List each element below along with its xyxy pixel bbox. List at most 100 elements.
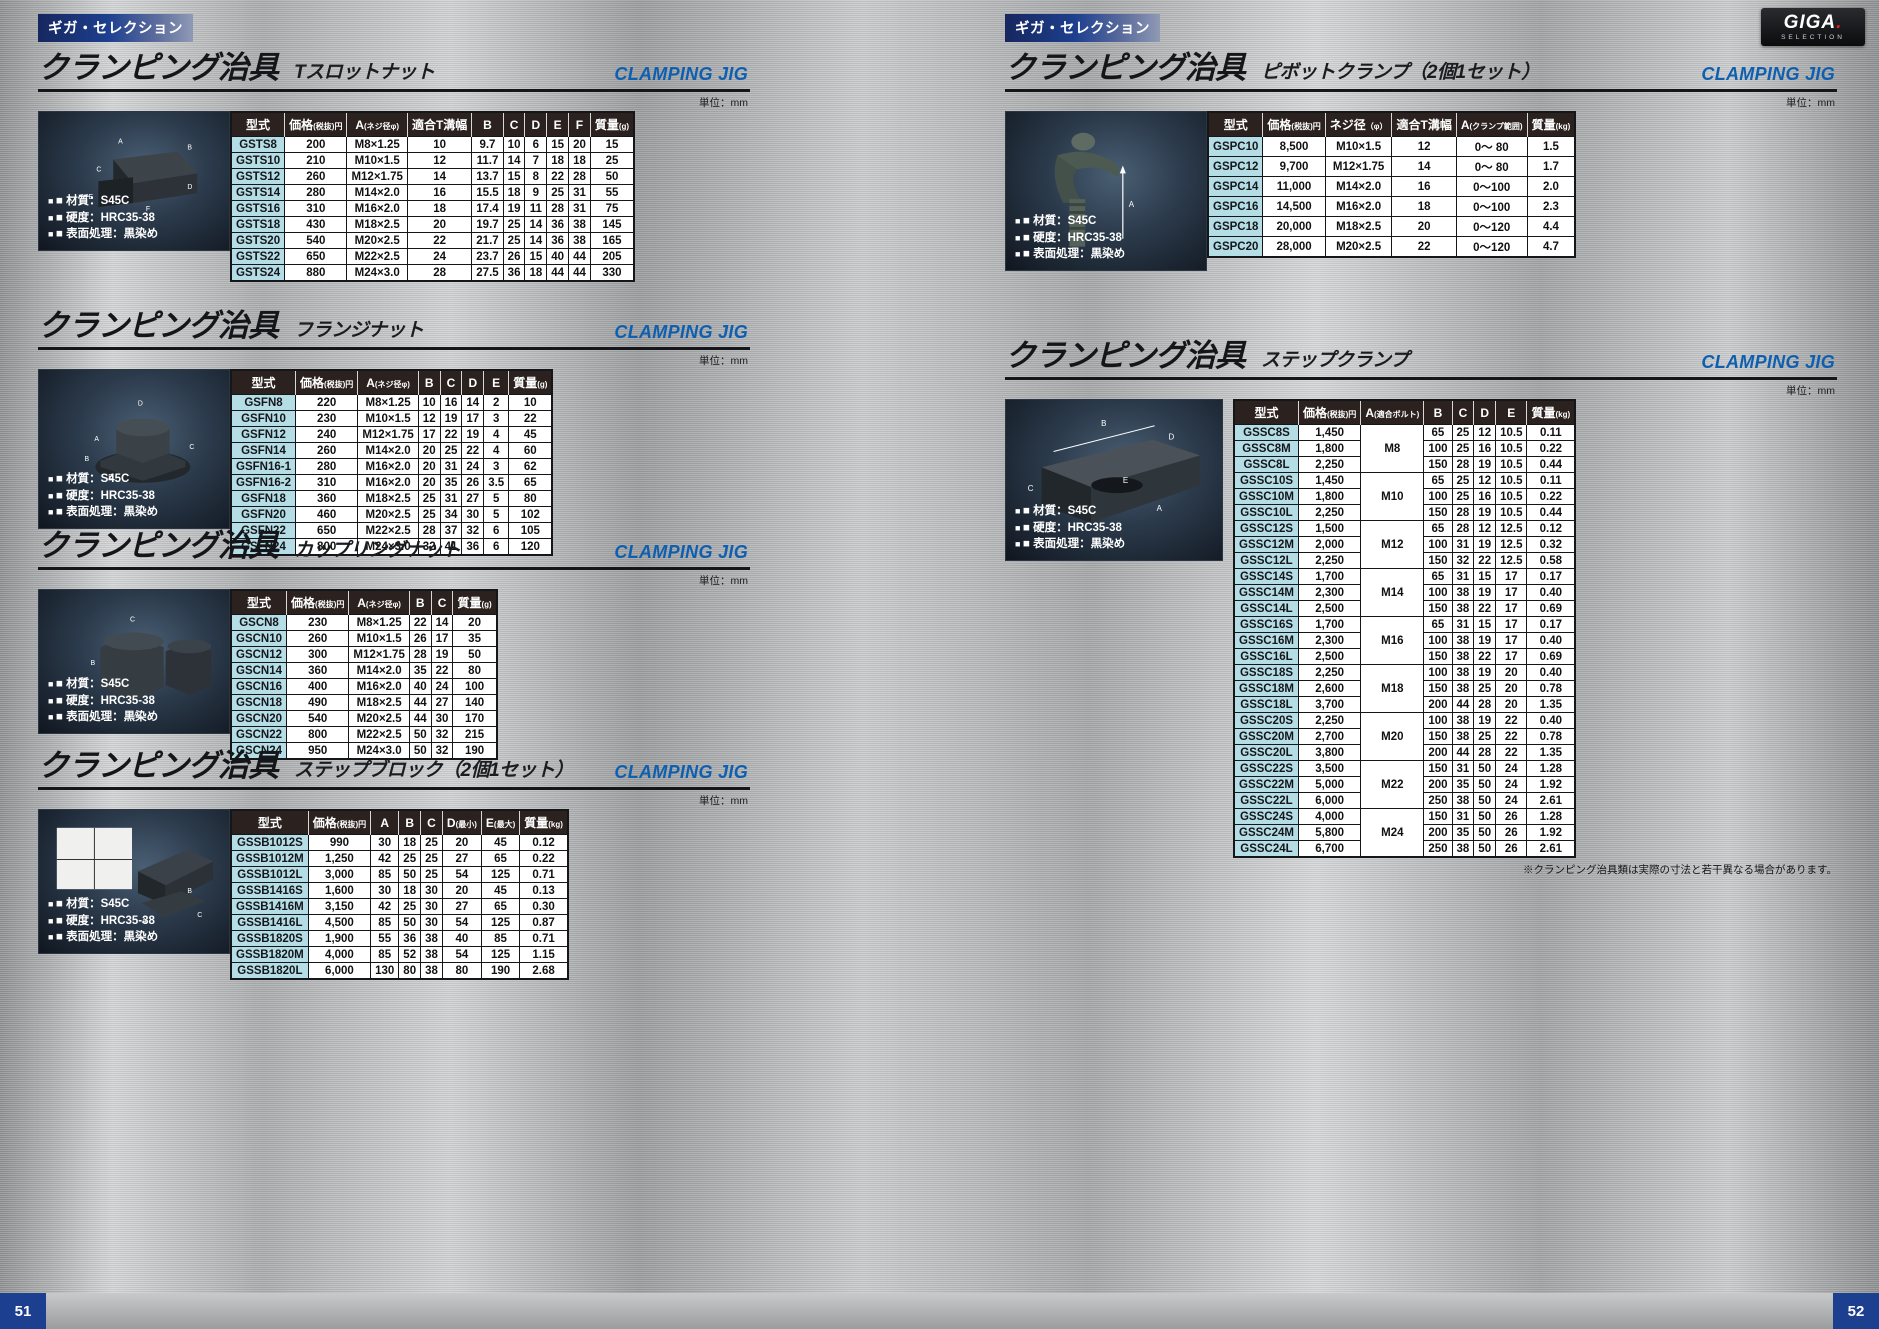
cell-model: GSFN14 xyxy=(230,442,296,459)
table-row: GSSB1416L 4,500 85 50 30 54 125 0.87 xyxy=(230,914,569,931)
cell-value: 44 xyxy=(1451,744,1475,761)
section-title-row: クランピング治具 ピボットクランプ（2個1セット） CLAMPING JIG xyxy=(1005,42,1837,92)
cell-model: GSSC22M xyxy=(1233,776,1299,793)
svg-text:A: A xyxy=(1129,200,1135,209)
cell-model: GSTS24 xyxy=(230,264,286,282)
cell-value: 0～120 xyxy=(1455,216,1528,237)
svg-text:C: C xyxy=(130,617,135,624)
table-row: GSCN16 400 M16×2.0 40 24 100 xyxy=(230,678,498,695)
cell-value: 65 xyxy=(1423,520,1453,537)
cell-value: 26 xyxy=(408,630,432,647)
cell-value: 27 xyxy=(441,898,482,915)
table-row: GSFN18 360 M18×2.5 25 31 27 5 80 xyxy=(230,490,553,507)
cell-value: 20 xyxy=(1495,696,1528,713)
table-row: GSSB1820S 1,900 55 36 38 40 85 0.71 xyxy=(230,930,569,947)
cell-model: GSSB1416S xyxy=(230,882,309,899)
cell-value: 17 xyxy=(430,630,454,647)
cell-value: 330 xyxy=(589,264,635,282)
spec-material: ■ 材質：S45C xyxy=(48,676,158,693)
unit-note: 単位：mm xyxy=(699,795,748,807)
cell-value: 9 xyxy=(524,184,548,201)
cell-value: 14 xyxy=(524,216,548,233)
column-header: 価格(税抜)円 xyxy=(294,370,358,395)
cell-value: 45 xyxy=(508,426,553,443)
cell-value: 31 xyxy=(1451,536,1475,553)
cell-value: 540 xyxy=(284,232,348,249)
column-header: ネジ径（φ） xyxy=(1324,112,1392,137)
table-body: GSTS8 200 M8×1.25 10 9.7 10 6 15 20 15 GSTS10 210 M1… xyxy=(230,136,635,282)
cell-value: 1,450 xyxy=(1297,424,1362,441)
cell-value: M10×1.5 xyxy=(348,630,410,647)
cell-value: 4,500 xyxy=(307,914,372,931)
cell-value: 25 xyxy=(1451,424,1475,441)
cell-value: 31 xyxy=(1451,616,1475,633)
section-step-block: クランピング治具 ステップブロック（2個1セット） CLAMPING JIG 単… xyxy=(38,740,750,980)
cell-model: GSSC12S xyxy=(1233,520,1299,537)
table-row: GSSC12S 1,500 M12 65 28 12 12.5 0.12 xyxy=(1233,520,1576,569)
cell-value: 30 xyxy=(370,834,400,851)
column-header: A(ネジ径φ) xyxy=(357,370,419,395)
section-title-sub: ステップクランプ xyxy=(1261,350,1409,371)
cell-value: 5,800 xyxy=(1297,824,1362,841)
section-title-en: CLAMPING JIG xyxy=(614,322,748,342)
cell-model: GSSC14M xyxy=(1233,584,1299,601)
cell-value: 38 xyxy=(1451,840,1475,858)
table-header-row: 型式 価格(税抜)円 A B C D(最小) E(最大) 質量(kg) xyxy=(231,810,568,835)
cell-value: 5 xyxy=(483,490,510,507)
cell-value: 0.69 xyxy=(1526,600,1576,617)
cell-value: 22 xyxy=(439,426,463,443)
section-title-main: クランピング治具 xyxy=(38,528,279,563)
table-row: GSSC20S 2,250 M20 100 38 19 22 0.40 xyxy=(1233,712,1576,761)
cell-value: 25 xyxy=(1473,728,1497,745)
cell-value: 50 xyxy=(1473,760,1497,777)
table-row: GSPC16 14,500 M16×2.0 18 0～100 2.3 xyxy=(1207,196,1576,217)
cell-model: GSSB1820L xyxy=(230,962,309,980)
cell-value: 1.15 xyxy=(519,946,569,963)
table-row: GSSC10S 1,450 M10 65 25 12 10.5 0.11 xyxy=(1233,472,1576,521)
cell-value: 1,500 xyxy=(1297,520,1362,537)
cell-value: 25 xyxy=(502,232,526,249)
table-row: GSTS18 430 M18×2.5 20 19.7 25 14 36 38 145 xyxy=(230,216,635,233)
cell-model: GSSB1416M xyxy=(230,898,309,915)
cell-value: 20 xyxy=(417,458,441,475)
column-header: C xyxy=(502,112,525,137)
cell-value: 28 xyxy=(1473,696,1497,713)
spec-hardness: ■ 硬度：HRC35-38 xyxy=(1015,520,1125,537)
cell-value: 140 xyxy=(452,694,498,711)
cell-value: 6 xyxy=(524,136,548,153)
table-row: GSTS12 260 M12×1.75 14 13.7 15 8 22 28 50 xyxy=(230,168,635,185)
cell-model: GSSC20S xyxy=(1233,712,1299,729)
cell-value: 10 xyxy=(406,136,473,153)
column-header: 型式 xyxy=(231,370,296,395)
product-photo: A ■ 材質：S45C ■ 硬度：HRC35-38 ■ 表面処理：黒染め xyxy=(1005,111,1207,271)
section-title-en: CLAMPING JIG xyxy=(614,542,748,562)
cell-value: 80 xyxy=(508,490,553,507)
cell-value: 25 xyxy=(1473,680,1497,697)
cell-value: 1,900 xyxy=(307,930,372,947)
column-header: 価格(税抜)円 xyxy=(307,810,371,835)
cell-value: 490 xyxy=(286,694,350,711)
cell-value: 35 xyxy=(1451,824,1475,841)
unit-note: 単位：mm xyxy=(699,97,748,109)
cell-value: 31 xyxy=(568,184,591,201)
section-title-main: クランピング治具 xyxy=(38,308,279,343)
cell-value: 20 xyxy=(1391,216,1457,237)
cell-value: 18 xyxy=(398,834,422,851)
unit-note: 単位：mm xyxy=(1786,97,1835,109)
svg-text:A: A xyxy=(118,139,123,146)
cell-value: 35 xyxy=(408,662,432,679)
cell-model: GSSB1820M xyxy=(230,946,309,963)
cell-value: 42 xyxy=(370,850,400,867)
cell-value: 0.13 xyxy=(519,882,569,899)
cell-value: 125 xyxy=(480,946,521,963)
column-header: 型式 xyxy=(231,590,287,615)
column-header: C xyxy=(420,810,443,835)
cell-value: 75 xyxy=(589,200,635,217)
table-row: GSFN12 240 M12×1.75 17 22 19 4 45 xyxy=(230,426,553,443)
cell-value: 150 xyxy=(1423,600,1453,617)
cell-model: GSTS8 xyxy=(230,136,286,153)
section-title-en: CLAMPING JIG xyxy=(1701,352,1835,372)
cell-value: 27.5 xyxy=(471,264,504,282)
cell-value: 3,500 xyxy=(1297,760,1362,777)
cell-value: 3 xyxy=(483,458,510,475)
